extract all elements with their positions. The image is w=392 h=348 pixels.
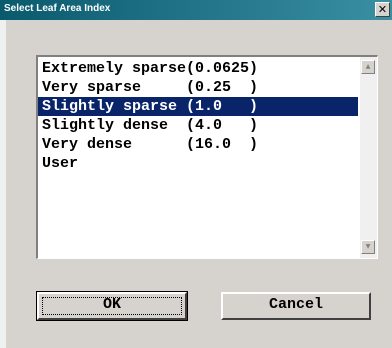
list-item-extremely-sparse[interactable]: Extremely sparse(0.0625) — [38, 59, 358, 78]
ok-button[interactable]: OK — [36, 291, 188, 321]
leaf-area-index-listbox[interactable]: Extremely sparse(0.0625) Very sparse (0.… — [36, 55, 378, 259]
list-item-user[interactable]: User — [38, 154, 358, 173]
vertical-scrollbar[interactable]: ▲ ▼ — [360, 57, 377, 258]
window-title: Select Leaf Area Index — [4, 3, 111, 14]
scroll-down-icon[interactable]: ▼ — [361, 240, 375, 254]
list-item-slightly-dense[interactable]: Slightly dense (4.0 ) — [38, 116, 358, 135]
window-frame-left — [0, 20, 6, 348]
list-item-very-sparse[interactable]: Very sparse (0.25 ) — [38, 78, 358, 97]
cancel-button-label: Cancel — [268, 296, 323, 313]
list-item-very-dense[interactable]: Very dense (16.0 ) — [38, 135, 358, 154]
list-item-slightly-sparse[interactable]: Slightly sparse (1.0 ) — [38, 97, 358, 116]
focus-rectangle — [42, 297, 182, 315]
title-bar: Select Leaf Area Index ✕ — [0, 0, 392, 20]
scroll-up-icon[interactable]: ▲ — [361, 60, 375, 74]
close-icon[interactable]: ✕ — [375, 2, 390, 17]
list-items: Extremely sparse(0.0625) Very sparse (0.… — [38, 59, 358, 173]
cancel-button[interactable]: Cancel — [221, 292, 371, 320]
